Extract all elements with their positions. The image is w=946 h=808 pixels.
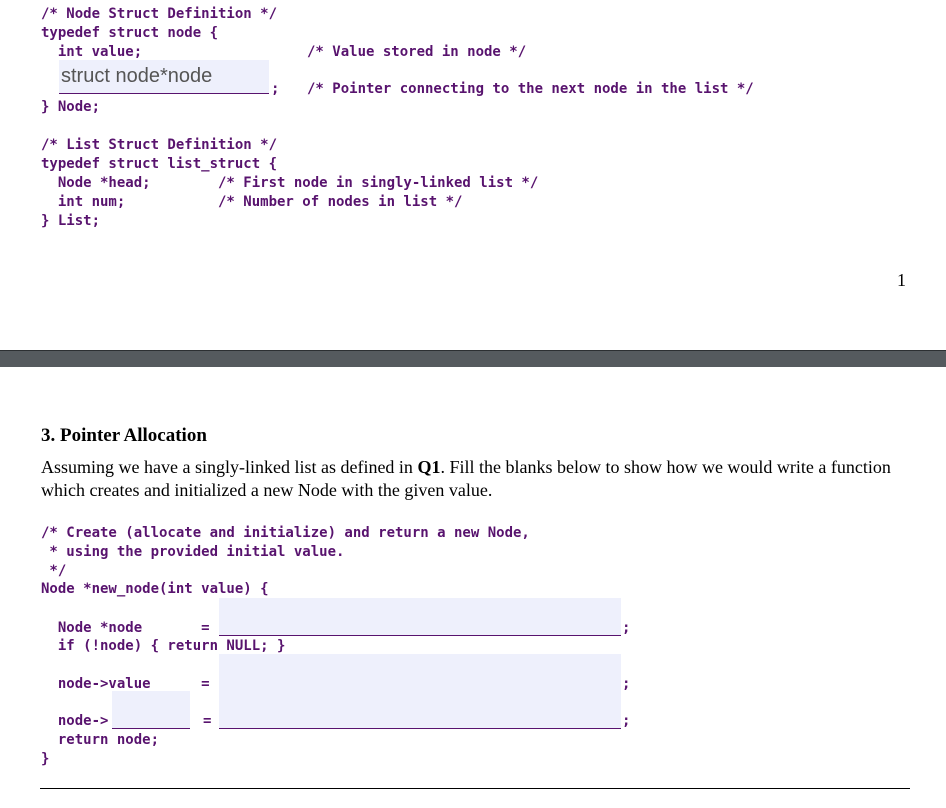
node-struct-line-2: typedef struct node { [41, 25, 219, 41]
list-struct-line-5: } List; [41, 213, 101, 229]
fn-signature: Node *new_node(int value) { [41, 581, 269, 597]
fn-close-brace: } [41, 751, 50, 767]
value-comment: /* Value stored in node */ [307, 44, 527, 60]
field-name-blank[interactable] [112, 691, 190, 729]
field-assign-prefix: node-> [41, 713, 109, 729]
field-name-input[interactable] [112, 691, 190, 728]
section-heading: 3. Pointer Allocation [41, 425, 207, 446]
list-struct-line-3: Node *head; /* First node in singly-link… [41, 175, 539, 191]
node-alloc-input[interactable] [219, 598, 621, 635]
next-field-input[interactable] [59, 60, 269, 93]
list-struct-line-1: /* List Struct Definition */ [41, 137, 278, 153]
section-instructions: Assuming we have a singly-linked list as… [41, 457, 891, 500]
node-alloc-line: Node *node = [41, 620, 210, 636]
list-struct-line-4: int num; /* Number of nodes in list */ [41, 194, 463, 210]
field-value-blank[interactable] [219, 691, 621, 729]
field-value-input[interactable] [219, 691, 621, 728]
next-field-blank[interactable] [59, 60, 269, 94]
page-number: 1 [897, 270, 906, 290]
value-assign-input[interactable] [219, 654, 621, 691]
node-struct-line-4: } Node; [41, 99, 101, 115]
node-alloc-blank[interactable] [219, 598, 621, 636]
list-struct-line-2: typedef struct list_struct { [41, 156, 278, 172]
next-field-semicolon: ; [271, 81, 280, 97]
field-assign-semicolon: ; [622, 713, 631, 729]
fn-comment-line-3: */ [41, 563, 67, 579]
page-divider [0, 350, 946, 367]
fn-comment-line-2: * using the provided initial value. [41, 544, 345, 560]
field-assign-eq: = [203, 713, 212, 729]
next-comment: /* Pointer connecting to the next node i… [307, 81, 754, 97]
return-line: return node; [41, 732, 160, 748]
q1-ref: Q1 [417, 457, 441, 477]
node-struct-line-1: /* Node Struct Definition */ [41, 6, 278, 22]
value-assign-semicolon: ; [622, 676, 631, 692]
bottom-rule [40, 788, 910, 789]
fn-comment-line-1: /* Create (allocate and initialize) and … [41, 525, 530, 541]
node-alloc-semicolon: ; [622, 620, 631, 636]
value-assign-blank[interactable] [219, 654, 621, 692]
